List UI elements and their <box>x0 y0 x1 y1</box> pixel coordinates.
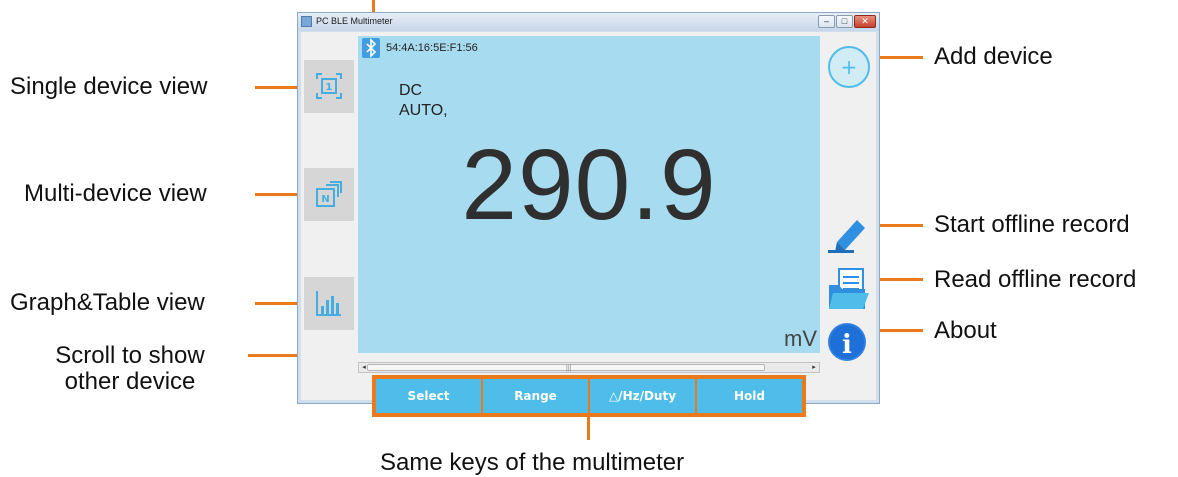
callout-single-device-view: Single device view <box>10 73 208 100</box>
callout-start-offline-record: Start offline record <box>934 211 1130 238</box>
callout-read-offline-record: Read offline record <box>934 266 1137 293</box>
bar-chart-icon <box>316 291 341 316</box>
meter-display: 54:4A:16:5E:F1:56 DC AUTO, 290.9 <box>358 36 820 353</box>
svg-text:1: 1 <box>326 82 333 93</box>
single-device-icon: 1 <box>316 73 342 99</box>
graph-table-view-button[interactable] <box>304 277 354 330</box>
connector-add-device <box>873 56 923 59</box>
callout-same-keys: Same keys of the multimeter <box>380 449 685 476</box>
single-device-view-button[interactable]: 1 <box>304 60 354 113</box>
bluetooth-icon <box>362 38 380 58</box>
multi-device-view-button[interactable]: N <box>304 168 354 221</box>
multimeter-keys: Select Range △/Hz/Duty Hold <box>372 375 806 417</box>
hold-key[interactable]: Hold <box>697 379 802 413</box>
start-offline-record-button[interactable] <box>825 212 871 254</box>
window-title: PC BLE Multimeter <box>316 16 393 26</box>
scroll-right-arrow[interactable]: ▸ <box>809 363 819 372</box>
callout-multi-device-view: Multi-device view <box>24 180 207 207</box>
range-key[interactable]: Range <box>483 379 588 413</box>
add-device-button[interactable]: + <box>827 45 871 89</box>
callout-add-device: Add device <box>934 43 1053 70</box>
reading-unit: mV <box>784 326 817 351</box>
callout-scroll: Scroll to show other device <box>30 343 230 395</box>
connector-about <box>873 329 923 332</box>
read-offline-record-button[interactable] <box>825 267 871 313</box>
connector-multi-view <box>255 193 300 196</box>
maximize-button[interactable]: □ <box>836 15 853 28</box>
scroll-thumb[interactable]: ||| <box>367 364 765 372</box>
reading-value: 290.9 <box>461 129 717 241</box>
mode-line-auto: AUTO, <box>399 102 448 119</box>
svg-text:i: i <box>842 330 852 360</box>
connector-start-record <box>873 224 923 227</box>
connector-read-record <box>873 278 923 281</box>
connector-single-view <box>255 86 300 89</box>
app-icon <box>301 16 312 27</box>
select-key[interactable]: Select <box>376 379 481 413</box>
device-scrollbar[interactable]: ◂ ||| ▸ <box>358 362 820 373</box>
scroll-grip: ||| <box>566 365 572 372</box>
close-button[interactable]: ✕ <box>854 15 876 28</box>
minimize-button[interactable]: – <box>818 15 835 28</box>
device-mac-address: 54:4A:16:5E:F1:56 <box>386 42 478 54</box>
about-button[interactable]: i <box>827 322 867 362</box>
hz-duty-key[interactable]: △/Hz/Duty <box>590 379 695 413</box>
callout-scroll-line1: Scroll to show <box>55 342 205 369</box>
svg-text:+: + <box>841 55 858 79</box>
callout-scroll-line2: other device <box>64 368 196 395</box>
title-bar[interactable]: PC BLE Multimeter – □ ✕ <box>298 13 879 31</box>
multi-device-icon: N <box>316 181 342 207</box>
measurement-mode: DC AUTO, <box>399 81 448 121</box>
client-area: 1 N 54:4A:16:5E:F1:56 DC AUTO, 290.9 + m… <box>301 32 876 417</box>
mode-line-dc: DC <box>399 82 423 99</box>
svg-text:N: N <box>321 194 329 205</box>
app-window: PC BLE Multimeter – □ ✕ 1 N 54:4A:16:5E:… <box>297 12 880 417</box>
connector-graph-view <box>255 302 300 305</box>
callout-about: About <box>934 317 997 344</box>
callout-graph-table-view: Graph&Table view <box>10 289 205 316</box>
